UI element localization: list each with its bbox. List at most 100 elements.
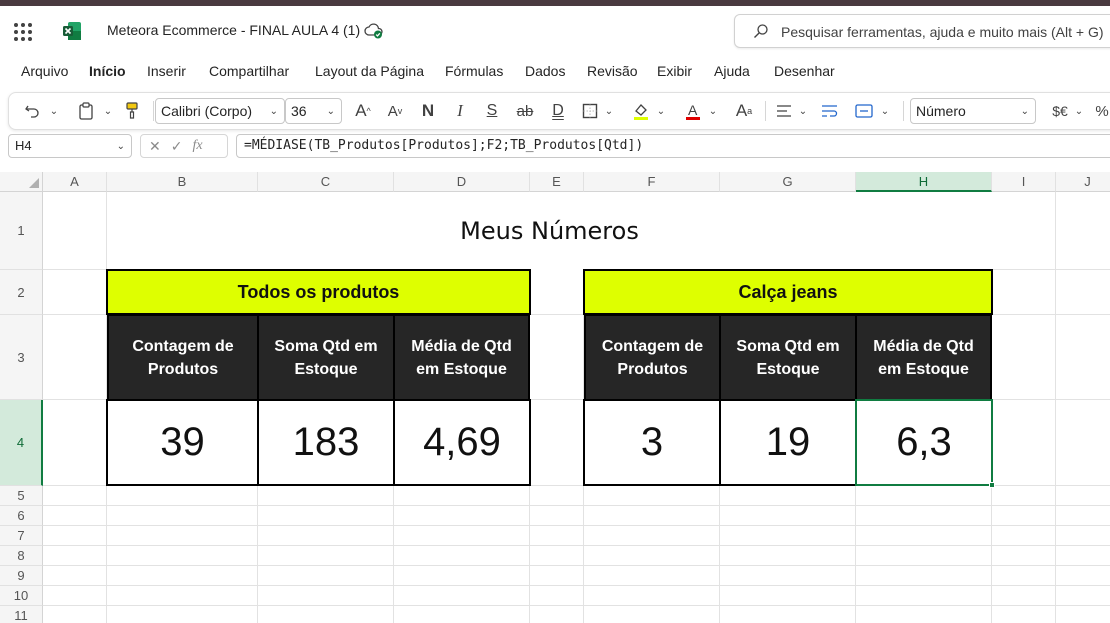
strikethrough-button[interactable]: ab — [513, 93, 537, 129]
col-header-d[interactable]: D — [394, 172, 530, 192]
undo-dropdown-chevron-icon[interactable]: ⌄ — [47, 93, 61, 129]
fill-color-chevron-icon[interactable]: ⌄ — [655, 93, 667, 129]
table-jeans-value-count[interactable]: 3 — [583, 399, 721, 486]
cloud-saved-icon[interactable] — [364, 22, 384, 40]
row-header-7[interactable]: 7 — [0, 526, 43, 546]
format-painter-icon[interactable] — [121, 93, 143, 129]
percent-icon[interactable]: % — [1093, 93, 1110, 129]
col-header-f[interactable]: F — [584, 172, 720, 192]
document-title[interactable]: Meteora Ecommerce - FINAL AULA 4 (1) — [107, 22, 360, 38]
table-jeans-header-count[interactable]: Contagem de Produtos — [584, 315, 720, 400]
table-all-heading[interactable]: Todos os produtos — [106, 269, 531, 315]
font-size-value: 36 — [291, 103, 307, 119]
borders-dropdown-chevron-icon[interactable]: ⌄ — [603, 93, 615, 129]
bold-button[interactable]: N — [417, 93, 439, 129]
table-all-header-avg[interactable]: Média de Qtd em Estoque — [394, 315, 530, 400]
gridline — [43, 565, 1110, 566]
font-color-icon[interactable]: A — [681, 93, 705, 129]
font-name-dropdown[interactable]: Calibri (Corpo) ⌄ — [155, 98, 285, 124]
undo-icon[interactable] — [21, 93, 43, 129]
chevron-down-icon: ⌄ — [1020, 106, 1029, 117]
table-jeans-heading[interactable]: Calça jeans — [583, 269, 993, 315]
gridline — [1055, 192, 1056, 623]
table-all-header-sum[interactable]: Soma Qtd em Estoque — [258, 315, 394, 400]
menu-dados[interactable]: Dados — [525, 63, 565, 79]
menu-layout-da-pagina[interactable]: Layout da Página — [315, 63, 424, 79]
cancel-icon[interactable]: ✕ — [149, 138, 161, 155]
formula-input[interactable]: =MÉDIASE(TB_Produtos[Produtos];F2;TB_Pro… — [236, 134, 1110, 158]
row-header-1[interactable]: 1 — [0, 192, 43, 270]
search-bar[interactable]: Pesquisar ferramentas, ajuda e muito mai… — [734, 14, 1110, 48]
name-box-value: H4 — [15, 138, 32, 153]
row-header-5[interactable]: 5 — [0, 486, 43, 506]
menu-arquivo[interactable]: Arquivo — [21, 63, 68, 79]
font-size-dropdown[interactable]: 36 ⌄ — [285, 98, 342, 124]
row-header-4[interactable]: 4 — [0, 400, 43, 486]
excel-logo-icon — [63, 22, 81, 40]
menu-formulas[interactable]: Fórmulas — [445, 63, 503, 79]
menu-exibir[interactable]: Exibir — [657, 63, 692, 79]
currency-chevron-icon[interactable]: ⌄ — [1073, 93, 1085, 129]
col-header-g[interactable]: G — [720, 172, 856, 192]
gridline — [43, 585, 1110, 586]
merge-cells-icon[interactable] — [853, 93, 875, 129]
double-underline-icon[interactable]: D — [547, 93, 569, 129]
row-header-8[interactable]: 8 — [0, 546, 43, 566]
row-header-3[interactable]: 3 — [0, 315, 43, 400]
number-format-value: Número — [916, 103, 966, 119]
active-cell-h4[interactable]: 6,3 — [855, 399, 993, 486]
table-jeans-value-sum[interactable]: 19 — [719, 399, 857, 486]
menu-revisao[interactable]: Revisão — [587, 63, 638, 79]
table-all-value-sum[interactable]: 183 — [257, 399, 395, 486]
insert-function-icon[interactable]: fx — [192, 138, 202, 154]
col-header-b[interactable]: B — [107, 172, 258, 192]
menu-compartilhar[interactable]: Compartilhar — [209, 63, 289, 79]
italic-button[interactable]: I — [449, 93, 471, 129]
font-color-chevron-icon[interactable]: ⌄ — [707, 93, 719, 129]
increase-font-size-icon[interactable]: A ^ — [351, 93, 375, 129]
col-header-a[interactable]: A — [43, 172, 107, 192]
align-icon[interactable] — [773, 93, 795, 129]
table-all-value-count[interactable]: 39 — [106, 399, 259, 486]
wrap-text-icon[interactable] — [819, 93, 841, 129]
ribbon-separator — [903, 101, 904, 121]
paste-dropdown-chevron-icon[interactable]: ⌄ — [101, 93, 115, 129]
sheet-title[interactable]: Meus Números — [107, 192, 992, 270]
table-jeans-header-avg[interactable]: Média de Qtd em Estoque — [856, 315, 992, 400]
col-header-i[interactable]: I — [992, 172, 1056, 192]
row-header-2[interactable]: 2 — [0, 270, 43, 315]
confirm-icon[interactable]: ✓ — [171, 138, 183, 155]
col-header-e[interactable]: E — [530, 172, 584, 192]
menu-ajuda[interactable]: Ajuda — [714, 63, 750, 79]
table-jeans-header-sum[interactable]: Soma Qtd em Estoque — [720, 315, 856, 400]
menu-inserir[interactable]: Inserir — [147, 63, 186, 79]
menu-inicio[interactable]: Início — [89, 63, 126, 79]
formula-actions: ✕ ✓ fx — [140, 134, 228, 158]
row-header-10[interactable]: 10 — [0, 586, 43, 606]
align-chevron-icon[interactable]: ⌄ — [797, 93, 809, 129]
fill-handle[interactable] — [989, 482, 995, 488]
paste-icon[interactable] — [75, 93, 97, 129]
currency-format-button[interactable]: $€ — [1047, 93, 1073, 129]
fill-color-icon[interactable] — [629, 93, 653, 129]
borders-icon[interactable] — [579, 93, 601, 129]
col-header-h[interactable]: H — [856, 172, 992, 192]
col-header-c[interactable]: C — [258, 172, 394, 192]
row-header-6[interactable]: 6 — [0, 506, 43, 526]
text-effects-icon[interactable]: Aa — [731, 93, 757, 129]
select-all-corner[interactable] — [0, 172, 43, 192]
underline-button[interactable]: S — [481, 93, 503, 129]
row-header-9[interactable]: 9 — [0, 566, 43, 586]
number-format-dropdown[interactable]: Número ⌄ — [910, 98, 1036, 124]
col-header-j[interactable]: J — [1056, 172, 1110, 192]
row-header-11[interactable]: 11 — [0, 606, 43, 623]
menu-desenhar[interactable]: Desenhar — [774, 63, 835, 79]
decrease-font-size-icon[interactable]: Av — [383, 93, 407, 129]
chevron-down-icon: ⌄ — [269, 106, 278, 117]
table-all-value-avg[interactable]: 4,69 — [393, 399, 531, 486]
table-all-header-count[interactable]: Contagem de Produtos — [107, 315, 258, 400]
search-icon — [754, 24, 768, 38]
name-box[interactable]: H4 ⌄ — [8, 134, 132, 158]
merge-chevron-icon[interactable]: ⌄ — [879, 93, 891, 129]
app-launcher-icon[interactable] — [14, 23, 32, 41]
